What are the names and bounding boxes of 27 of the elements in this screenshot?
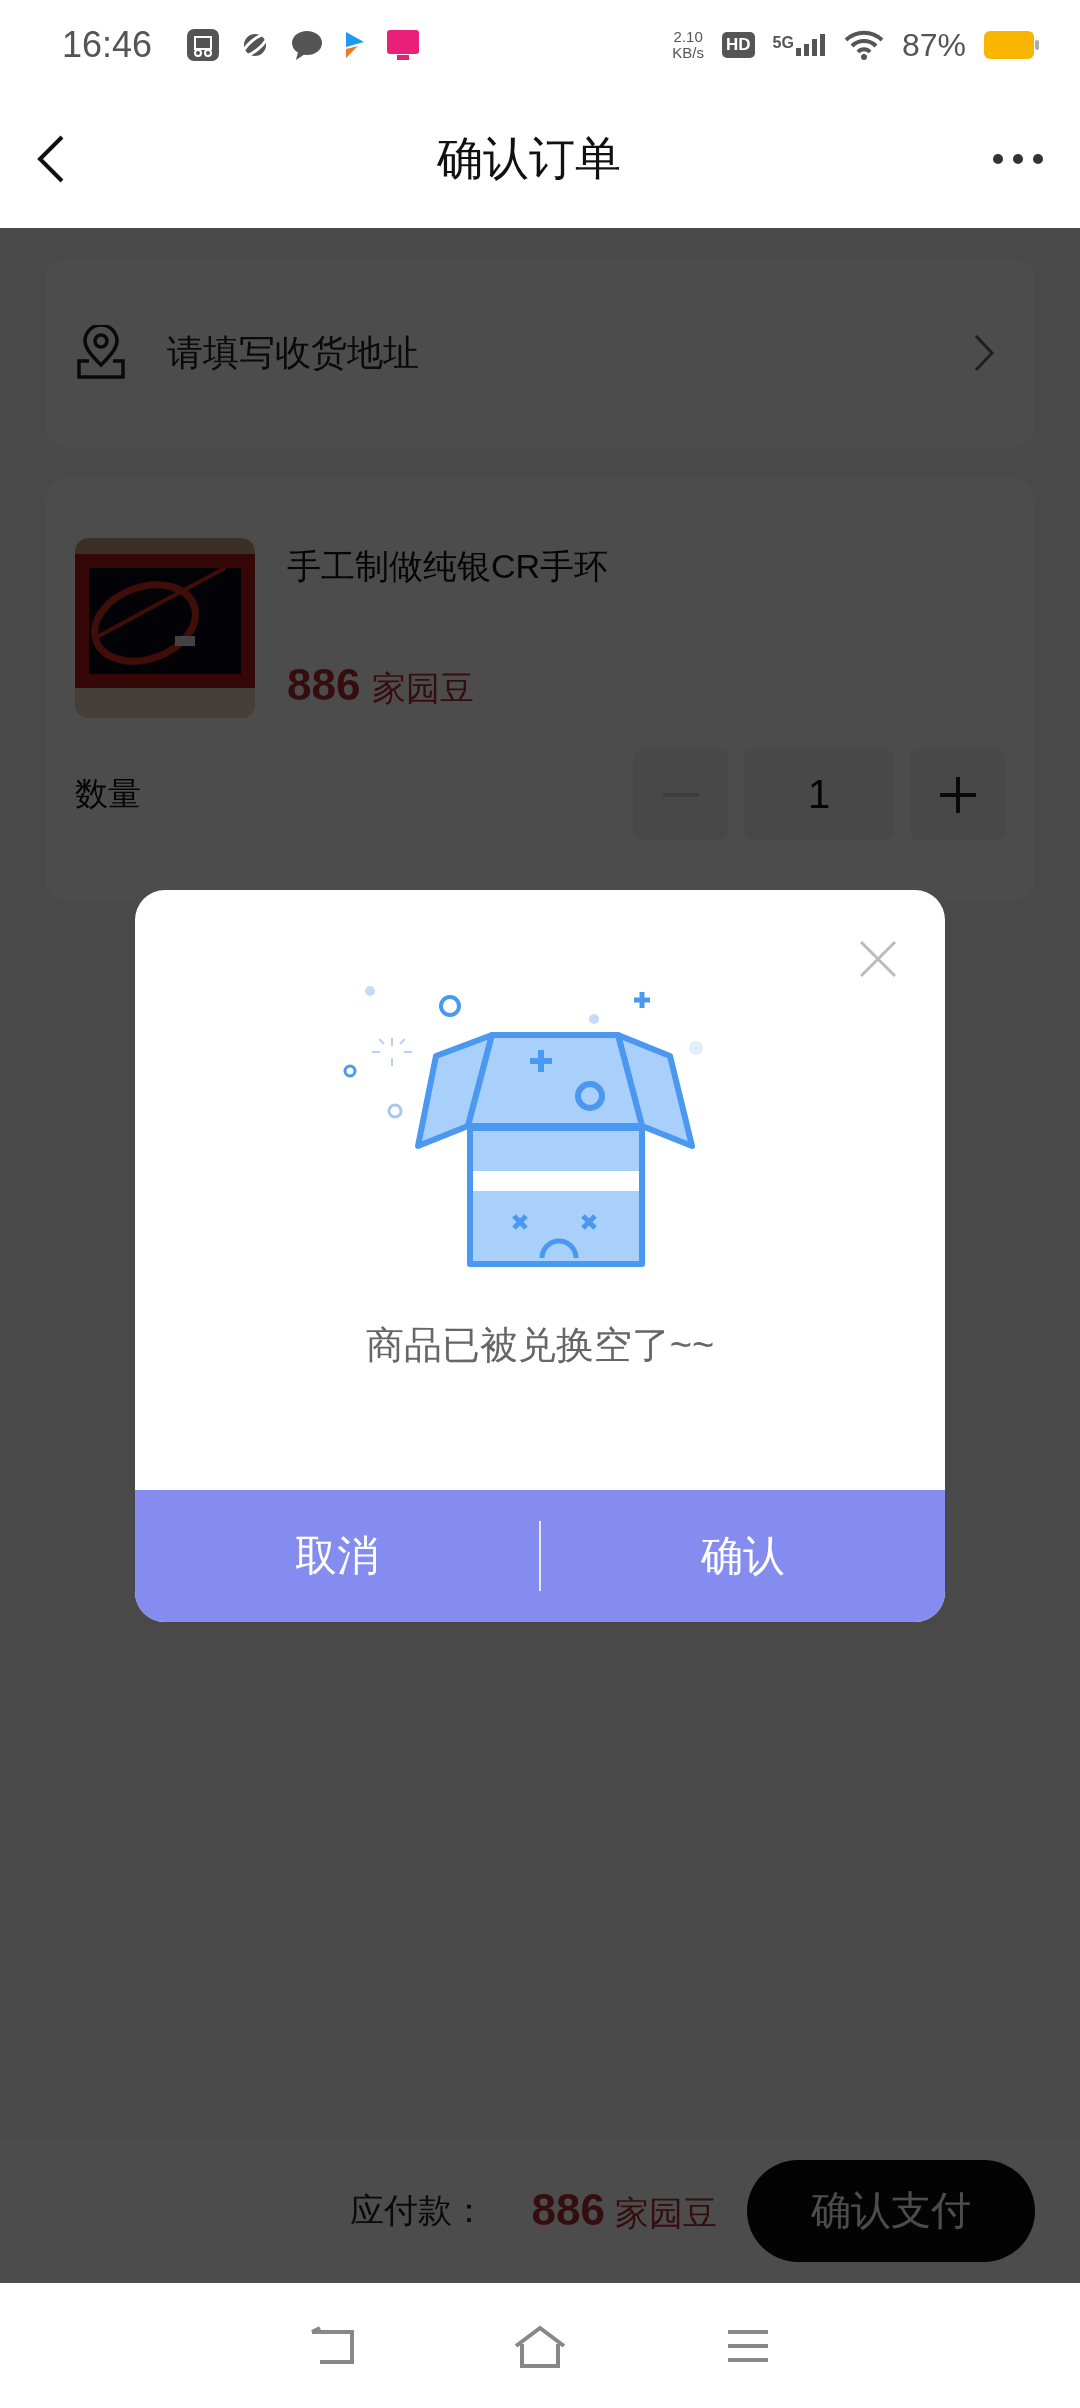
signal-icon	[795, 34, 826, 56]
amount-label: 应付款：	[349, 2189, 486, 2231]
quantity-label: 数量	[75, 774, 141, 814]
chat-bubble-icon	[290, 28, 325, 62]
page-title: 确认订单	[437, 131, 621, 186]
product-price: 886	[287, 660, 361, 710]
confirm-button[interactable]: 确认	[541, 1490, 945, 1622]
network-type: 5G	[772, 34, 794, 52]
status-time: 16:46	[62, 24, 153, 66]
cancel-button[interactable]: 取消	[135, 1490, 539, 1622]
hd-badge: HD	[722, 32, 755, 58]
close-icon	[859, 940, 897, 978]
wifi-icon	[843, 29, 884, 61]
battery-icon	[984, 31, 1040, 59]
empty-message: 商品已被兑换空了~~	[365, 1324, 715, 1366]
back-icon[interactable]	[36, 134, 66, 184]
total-unit: 家园豆	[615, 2192, 717, 2234]
home-icon[interactable]	[512, 2323, 568, 2368]
address-placeholder: 请填写收货地址	[167, 330, 420, 375]
battery-percent: 87%	[901, 26, 966, 64]
product-title: 手工制做纯银CR手环	[287, 546, 609, 587]
back-nav-icon[interactable]	[308, 2325, 356, 2366]
more-icon[interactable]	[992, 153, 1044, 165]
network-speed: 2.10 KB/s	[672, 29, 705, 61]
close-button[interactable]	[859, 940, 897, 978]
price-unit: 家园豆	[372, 668, 475, 709]
total-price: 886	[531, 2184, 605, 2235]
